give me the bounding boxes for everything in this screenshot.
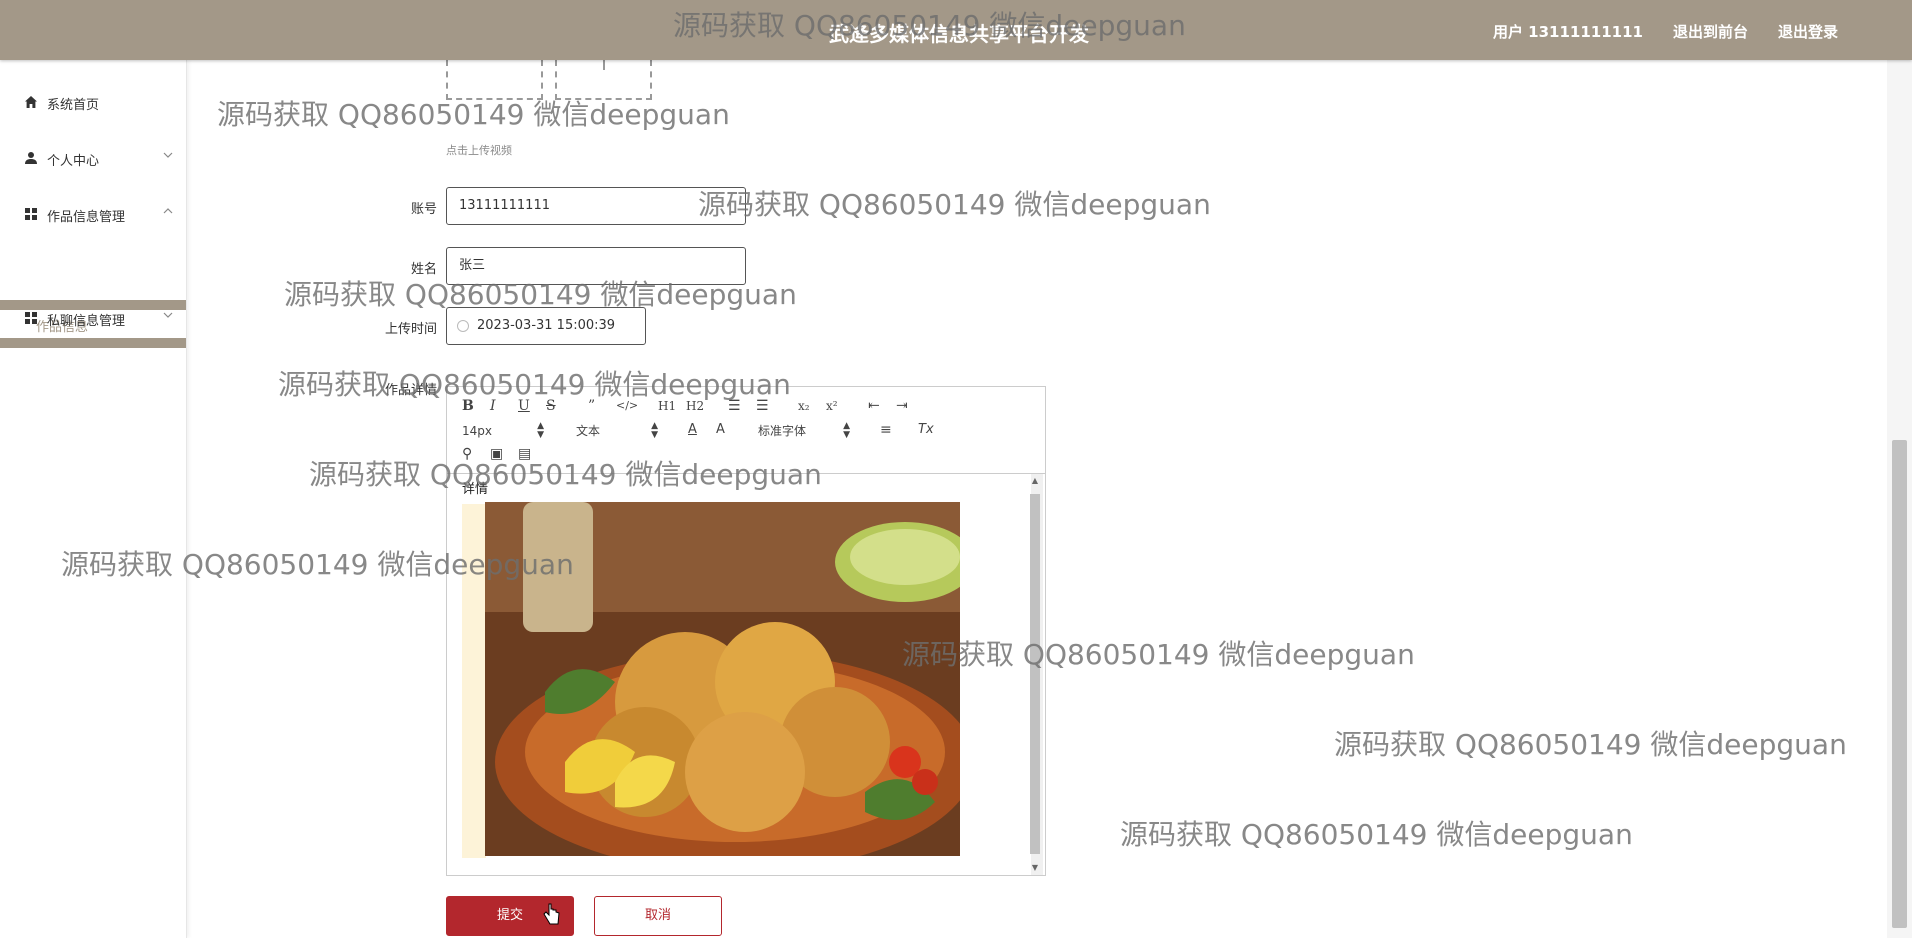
upload-time-label: 上传时间 [384,322,437,337]
font-size-select[interactable]: 14px ▲ ▼ [462,422,544,440]
grid-icon [25,312,37,324]
select-caret-icon: ▲ ▼ [537,421,544,440]
page-scrollbar[interactable] [1887,60,1912,938]
bold-button[interactable]: B [462,397,474,415]
chevron-down-icon [163,152,173,158]
editor-side-bar [462,504,486,858]
strike-button[interactable]: S [546,397,556,415]
cancel-button[interactable]: 取消 [594,896,722,936]
grid-icon [25,208,37,220]
fried-chicken-image [485,502,960,856]
heading1-button[interactable]: H1 [658,397,676,415]
align-icon[interactable]: ≡ [880,421,892,439]
font-family-select[interactable]: 标准字体 ▲ ▼ [758,422,850,440]
user-icon [25,152,37,164]
sidebar-item-label: 私聊信息管理 [47,314,126,329]
account-label: 账号 [410,202,437,217]
fried-chicken-illustration [485,502,960,856]
font-size-value: 14px [462,424,492,438]
upload-time-value: 2023-03-31 15:00:39 [477,318,616,333]
video-upload-box[interactable] [446,60,543,100]
blockquote-icon[interactable]: ” [588,397,595,415]
page-scroll-thumb[interactable] [1892,440,1907,928]
hand-cursor-icon [543,903,560,925]
account-input[interactable]: 13111111111 [446,187,746,225]
underline-button[interactable]: U [518,397,530,415]
sidebar-item-personal-center[interactable]: 个人中心 [0,147,186,171]
logout-link[interactable]: 退出登录 [1778,21,1838,42]
scroll-down-icon[interactable]: ▼ [1030,863,1040,873]
background-color-icon[interactable]: A [716,421,725,439]
name-input[interactable]: 张三 [446,247,746,285]
sidebar: 系统首页 个人中心 作品信息管理 作品信息 私聊信息管理 [0,60,187,938]
ordered-list-icon[interactable]: ☰ [728,397,741,415]
back-to-frontend-link[interactable]: 退出到前台 [1673,21,1748,42]
select-caret-icon: ▲ ▼ [843,421,850,440]
header-select[interactable]: 文本 ▲ ▼ [576,422,658,440]
outdent-icon[interactable]: ⇤ [868,397,880,415]
sidebar-item-home[interactable]: 系统首页 [0,91,186,115]
upload-time-input[interactable]: 2023-03-31 15:00:39 [446,307,646,345]
chevron-down-icon [163,312,173,318]
video-icon[interactable]: ▤ [518,445,531,463]
sidebar-item-label: 作品信息管理 [47,210,126,225]
chevron-up-icon [163,208,173,214]
name-label: 姓名 [410,262,437,277]
editor-content[interactable]: 详情 ▲ ▼ [447,474,1045,875]
heading2-button[interactable]: H2 [686,397,704,415]
home-icon [25,96,37,108]
header-nav: 用户 13111111111 退出到前台 退出登录 [1493,21,1838,42]
superscript-button[interactable]: x² [826,397,838,415]
sidebar-item-label: 个人中心 [47,154,100,169]
font-family-value: 标准字体 [758,424,807,438]
bullet-list-icon[interactable]: ☰ [756,397,769,415]
font-color-icon[interactable]: A [688,421,697,439]
link-icon[interactable]: ⚲ [462,445,472,463]
upload-hint: 点击上传视频 [446,144,512,157]
subscript-button[interactable]: x₂ [798,397,810,415]
sidebar-item-private-chat[interactable]: 私聊信息管理 [0,307,186,331]
detail-label: 作品详情 [384,383,437,398]
italic-button[interactable]: I [490,397,496,415]
indent-icon[interactable]: ⇥ [896,397,908,415]
select-caret-icon: ▲ ▼ [651,421,658,440]
editor-scrollbar[interactable]: ▲ ▼ [1030,474,1043,875]
video-upload-box-2[interactable] [555,60,652,100]
sidebar-item-works-management[interactable]: 作品信息管理 [0,203,186,227]
upload-plus-icon [603,60,605,70]
clock-icon [457,320,469,332]
editor-toolbar: B I U S ” </> H1 H2 ☰ ☰ x₂ x² ⇤ ⇥ 14px ▲… [447,387,1045,474]
code-block-icon[interactable]: </> [616,397,638,415]
clear-format-icon[interactable]: Tx [918,421,934,439]
user-account-link[interactable]: 用户 13111111111 [1493,21,1643,42]
rich-text-editor: B I U S ” </> H1 H2 ☰ ☰ x₂ x² ⇤ ⇥ 14px ▲… [446,386,1046,876]
editor-detail-text: 详情 [462,482,489,497]
main-content: 点击上传视频 账号 13111111111 姓名 张三 上传时间 2023-03… [187,60,1887,938]
app-title: 武逄多媒体信息共享平台开发 [829,22,1089,46]
header-select-value: 文本 [576,424,601,438]
image-icon[interactable]: ▣ [490,445,503,463]
scroll-up-icon[interactable]: ▲ [1030,476,1040,486]
sidebar-item-label: 系统首页 [47,98,100,113]
top-header: 武逄多媒体信息共享平台开发 用户 13111111111 退出到前台 退出登录 [0,0,1912,60]
editor-scroll-thumb[interactable] [1030,494,1040,854]
